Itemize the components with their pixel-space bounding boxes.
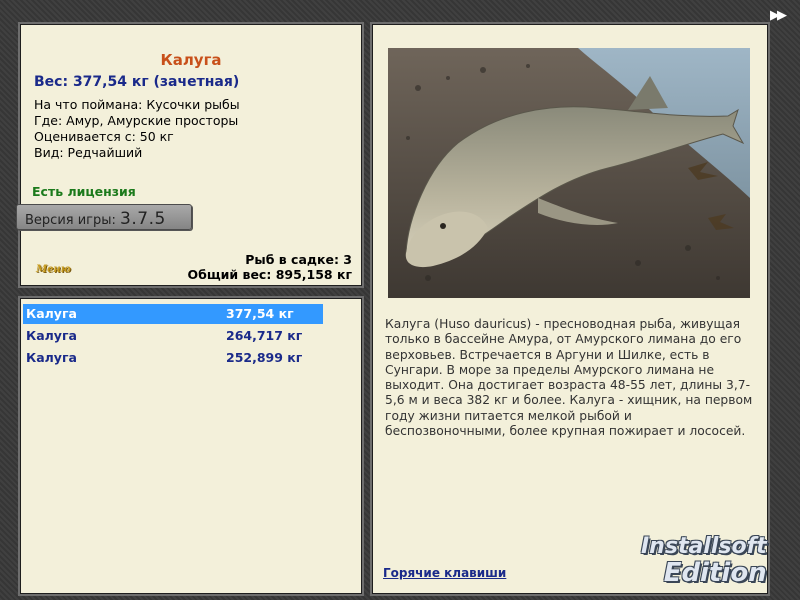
version-badge: Версия игры: 3.7.5 [16,204,192,230]
version-label: Версия игры: [25,213,116,228]
fish-kind: Вид: Редчайший [34,145,143,160]
catch-name: Калуга [26,350,77,365]
fish-details: На что поймана: Кусочки рыбы Где: Амур, … [34,97,240,161]
catch-list-panel: Калуга 377,54 кг Калуга 264,717 кг Калуг… [18,296,364,596]
hotkeys-link[interactable]: Горячие клавиши [383,566,506,580]
license-status: Есть лицензия [32,184,136,199]
fish-photo [388,48,750,298]
installsoft-watermark: Installsoft Edition [641,534,767,586]
version-number: 3.7.5 [120,209,166,229]
catch-row[interactable]: Калуга 252,899 кг [23,348,323,368]
catch-name: Калуга [26,328,77,343]
catch-row[interactable]: Калуга 377,54 кг [23,304,323,324]
fish-rating: Оценивается с: 50 кг [34,129,174,144]
catch-row[interactable]: Калуга 264,717 кг [23,326,323,346]
fish-bait: На что поймана: Кусочки рыбы [34,97,240,112]
fish-info-panel: Калуга Вес: 377,54 кг (зачетная) На что … [16,22,364,288]
fish-description: Калуга (Huso dauricus) - пресноводная ры… [385,317,753,439]
menu-button[interactable]: Меню [36,264,71,275]
fish-photo-illustration [388,48,750,298]
watermark-line2: Edition [663,558,767,588]
fish-title: Калуга [160,51,222,69]
fish-location: Где: Амур, Амурские просторы [34,113,239,128]
cage-stats: Рыб в садке: 3 Общий вес: 895,158 кг [188,252,353,282]
catch-weight: 252,899 кг [226,350,303,365]
next-page-button[interactable]: ▶▶ [770,8,794,24]
watermark-line1: Installsoft [641,534,767,559]
catch-name: Калуга [26,306,77,321]
fish-description-panel: Калуга (Huso dauricus) - пресноводная ры… [370,22,770,596]
catch-weight: 377,54 кг [226,306,294,321]
cage-total-weight: Общий вес: 895,158 кг [187,267,353,282]
fish-weight: Вес: 377,54 кг (зачетная) [34,74,240,90]
catch-weight: 264,717 кг [226,328,303,343]
cage-count: Рыб в садке: 3 [245,252,352,267]
double-arrow-right-icon: ▶▶ [770,8,787,23]
